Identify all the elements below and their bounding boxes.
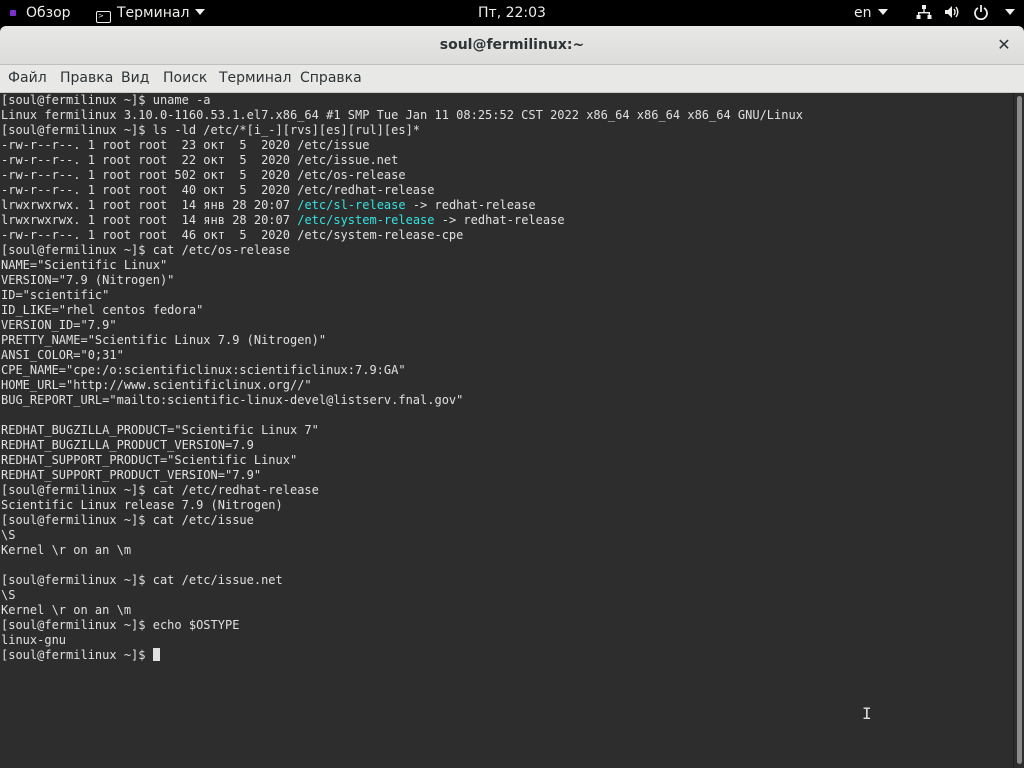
terminal-output: [soul@fermilinux ~]$ uname -a Linux fermi… <box>1 93 803 663</box>
app-menu-label: Терминал <box>117 5 190 21</box>
terminal-line: NAME="Scientific Linux" <box>1 258 168 272</box>
top-bar: Обзор > Терминал Пт, 22:03 en <box>0 0 1024 26</box>
chevron-down-icon <box>877 9 888 15</box>
terminal-line: [soul@fermilinux ~]$ cat /etc/os-release <box>1 243 290 257</box>
terminal-line: -rw-r--r--. 1 root root 46 окт 5 2020 /e… <box>1 228 464 242</box>
terminal-line: linux-gnu <box>1 633 67 647</box>
terminal-line: PRETTY_NAME="Scientific Linux 7.9 (Nitro… <box>1 333 327 347</box>
terminal-line: [soul@fermilinux ~]$ cat /etc/issue <box>1 513 254 527</box>
terminal-line: ID="scientific" <box>1 288 110 302</box>
terminal-line: HOME_URL="http://www.scientificlinux.org… <box>1 378 312 392</box>
terminal-line: [soul@fermilinux ~]$ ls -ld /etc/*[i_-][… <box>1 123 421 137</box>
terminal-line: lrwxrwxrwx. 1 root root 14 янв 28 20:07 … <box>1 213 803 228</box>
window-titlebar[interactable]: soul@fermilinux:~ ✕ <box>0 26 1024 65</box>
terminal-line: \S <box>1 528 16 542</box>
symlink-target: -> redhat-release <box>434 213 565 227</box>
network-icon[interactable] <box>916 0 932 26</box>
terminal-line: Linux fermilinux 3.10.0-1160.53.1.el7.x8… <box>1 108 803 122</box>
chevron-down-icon <box>1005 9 1016 15</box>
menu-help[interactable]: Справка <box>300 65 362 91</box>
terminal-line: -rw-r--r--. 1 root root 23 окт 5 2020 /e… <box>1 138 370 152</box>
terminal-line: Kernel \r on an \m <box>1 603 132 617</box>
terminal-line: -rw-r--r--. 1 root root 502 окт 5 2020 /… <box>1 168 406 182</box>
terminal-line: [soul@fermilinux ~]$ cat /etc/issue.net <box>1 573 283 587</box>
symlink-target: -> redhat-release <box>405 198 536 212</box>
activities-button[interactable]: Обзор <box>10 0 71 26</box>
terminal-line-text: lrwxrwxrwx. 1 root root 14 янв 28 20:07 <box>1 198 298 212</box>
terminal-line: VERSION="7.9 (Nitrogen)" <box>1 273 175 287</box>
terminal-line: [soul@fermilinux ~]$ uname -a <box>1 93 211 107</box>
activities-label: Обзор <box>26 5 71 21</box>
terminal-line: -rw-r--r--. 1 root root 40 окт 5 2020 /e… <box>1 183 435 197</box>
terminal-cursor <box>152 648 160 661</box>
terminal-line: ID_LIKE="rhel centos fedora" <box>1 303 204 317</box>
terminal-scrollbar[interactable] <box>1013 93 1024 768</box>
chevron-down-icon <box>195 9 206 15</box>
terminal-line: ANSI_COLOR="0;31" <box>1 348 124 362</box>
activities-icon <box>10 10 16 16</box>
text-cursor-icon: I <box>862 704 872 723</box>
menu-terminal[interactable]: Терминал <box>219 65 291 91</box>
window-title: soul@fermilinux:~ <box>439 37 585 53</box>
terminal-line: VERSION_ID="7.9" <box>1 318 117 332</box>
terminal-prompt: [soul@fermilinux ~]$ <box>1 648 153 662</box>
terminal-line-text: lrwxrwxrwx. 1 root root 14 янв 28 20:07 <box>1 213 298 227</box>
terminal-line: -rw-r--r--. 1 root root 22 окт 5 2020 /e… <box>1 153 399 167</box>
language-selector[interactable]: en <box>854 0 888 26</box>
terminal-line: Kernel \r on an \m <box>1 543 132 557</box>
clock[interactable]: Пт, 22:03 <box>478 5 546 21</box>
terminal-line: REDHAT_SUPPORT_PRODUCT_VERSION="7.9" <box>1 468 262 482</box>
terminal-line: [soul@fermilinux ~]$ cat /etc/redhat-rel… <box>1 483 319 497</box>
terminal-prompt-line[interactable]: [soul@fermilinux ~]$ <box>1 648 803 663</box>
terminal-line: \S <box>1 588 16 602</box>
symlink-name: /etc/system-release <box>297 213 435 227</box>
menu-bar: Файл Правка Вид Поиск Терминал Справка <box>0 65 1024 93</box>
language-label: en <box>854 5 872 21</box>
terminal-line: REDHAT_SUPPORT_PRODUCT="Scientific Linux… <box>1 453 298 467</box>
scrollbar-thumb[interactable] <box>1017 96 1022 764</box>
terminal-icon: > <box>96 11 111 23</box>
close-icon[interactable]: ✕ <box>994 35 1014 55</box>
menu-search[interactable]: Поиск <box>163 65 207 91</box>
terminal-line: [soul@fermilinux ~]$ echo $OSTYPE <box>1 618 240 632</box>
terminal-line: Scientific Linux release 7.9 (Nitrogen) <box>1 498 283 512</box>
power-menu-button[interactable] <box>973 0 1016 26</box>
volume-icon[interactable] <box>944 0 960 26</box>
terminal-line: CPE_NAME="cpe:/o:scientificlinux:scienti… <box>1 363 406 377</box>
terminal-line: REDHAT_BUGZILLA_PRODUCT="Scientific Linu… <box>1 423 319 437</box>
terminal-line: BUG_REPORT_URL="mailto:scientific-linux-… <box>1 393 464 407</box>
menu-edit[interactable]: Правка <box>60 65 113 91</box>
power-icon <box>974 5 988 21</box>
terminal-line: REDHAT_BUGZILLA_PRODUCT_VERSION=7.9 <box>1 438 254 452</box>
menu-file[interactable]: Файл <box>8 65 47 91</box>
menu-view[interactable]: Вид <box>121 65 149 91</box>
terminal-line: lrwxrwxrwx. 1 root root 14 янв 28 20:07 … <box>1 198 803 213</box>
terminal-view[interactable]: [soul@fermilinux ~]$ uname -a Linux fermi… <box>0 93 1013 768</box>
symlink-name: /etc/sl-release <box>297 198 406 212</box>
app-menu-button[interactable]: > Терминал <box>96 0 206 26</box>
